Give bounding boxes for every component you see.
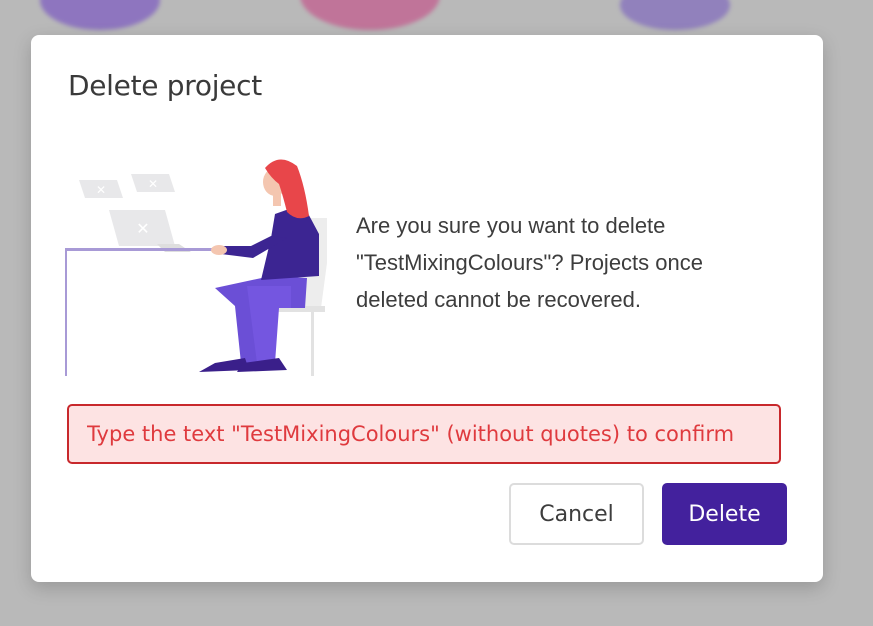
dialog-title: Delete project (68, 69, 262, 102)
confirm-project-name-input[interactable] (67, 404, 781, 464)
delete-confirmation-message: Are you sure you want to delete "TestMix… (356, 213, 703, 312)
svg-text:✕: ✕ (148, 177, 158, 191)
window-card-icon: ✕ (131, 174, 175, 192)
delete-project-dialog: Delete project ✕ ✕ ✕ Are you sure you wa… (31, 35, 823, 582)
window-card-icon: ✕ (79, 180, 123, 198)
svg-text:✕: ✕ (136, 219, 149, 238)
background-blob (40, 0, 160, 30)
background-blob (620, 0, 730, 30)
delete-button[interactable]: Delete (662, 483, 787, 545)
svg-text:✕: ✕ (96, 183, 106, 197)
window-card-icon: ✕ (109, 210, 175, 246)
background-blob (300, 0, 440, 30)
cancel-button[interactable]: Cancel (509, 483, 644, 545)
person-at-laptop-illustration: ✕ ✕ ✕ (65, 159, 327, 376)
